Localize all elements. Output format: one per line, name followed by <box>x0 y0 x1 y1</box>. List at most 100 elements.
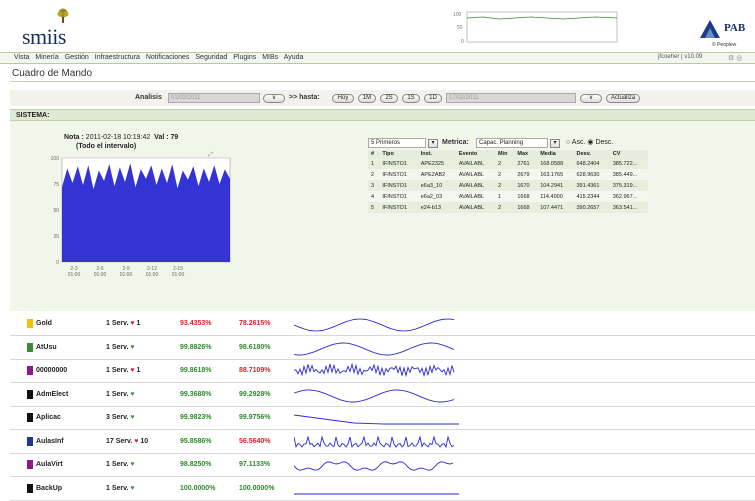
table-cell: e24-b13 <box>417 202 456 213</box>
group-color-swatch <box>27 460 33 469</box>
column-header: Tipo <box>379 150 418 158</box>
alert-count: 1 <box>136 367 141 374</box>
service-name[interactable]: Aplicac <box>36 414 61 421</box>
sparkline-path <box>294 389 455 402</box>
start-date-field[interactable]: 01/02/2011 <box>168 93 260 103</box>
user-info[interactable]: jfcoeher | v10.09 <box>658 54 702 60</box>
sparkline[interactable] <box>294 387 459 405</box>
menu-item-mineria[interactable]: Minería <box>35 54 58 61</box>
help-icon[interactable]: ◎ <box>736 55 742 62</box>
system-area-chart[interactable]: 100 75 50 25 0 2-301:002-601:002-901:002-120… <box>36 150 236 290</box>
partner-logo-text: PAB <box>724 22 746 34</box>
menu-item-mibs[interactable]: MIBs <box>262 54 278 61</box>
y-tick-label: 100 <box>51 156 60 162</box>
service-name[interactable]: Gold <box>36 320 52 327</box>
menu-item-ayuda[interactable]: Ayuda <box>284 54 304 61</box>
1m-button[interactable]: 1M <box>358 94 376 103</box>
column-header: Evento <box>455 150 495 158</box>
top-n-dropdown-button[interactable]: ▾ <box>428 139 438 148</box>
desc-radio[interactable]: ◉ <box>587 139 593 146</box>
note-line: Nota : 2011-02-18 10:19:42 Val : 79 <box>64 134 178 141</box>
service-name[interactable]: AtUsu <box>36 344 57 351</box>
menu-item-notificaciones[interactable]: Notificaciones <box>146 54 190 61</box>
metric-dropdown-button[interactable]: ▾ <box>550 139 560 148</box>
availability-percent: 95.8586% <box>180 437 212 445</box>
service-row-backup[interactable]: BackUp 1 Serv. ♥ 100.0000% 100.0000% <box>10 478 755 501</box>
asc-radio[interactable]: ○ <box>566 139 570 146</box>
sparkline[interactable] <box>294 481 459 499</box>
menu-item-infraestructura[interactable]: Infraestructura <box>95 54 140 61</box>
table-cell: 2 <box>494 180 515 191</box>
expand-icon[interactable]: ⤢ <box>208 151 213 158</box>
table-row[interactable]: 2 IFINSTO1 APE2AB2 AVAILABL 2 2679 163.1765 628… <box>368 169 648 180</box>
table-row[interactable]: 5 IFINSTO1 e24-b13 AVAILABL 2 1668 107.4471 390… <box>368 202 648 213</box>
service-count: 1 Serv. ♥ <box>106 344 135 351</box>
service-name[interactable]: AulasInf <box>36 438 64 445</box>
menu-item-plugins[interactable]: Plugins <box>233 54 256 61</box>
service-row-aulavirt[interactable]: AulaVirt 1 Serv. ♥ 98.8250% 97.1133% <box>10 455 755 477</box>
menu-item-vista[interactable]: Vista <box>14 54 29 61</box>
sparkline[interactable] <box>294 363 459 381</box>
service-row-admelect[interactable]: AdmElect 1 Serv. ♥ 99.3688% 99.2928% <box>10 384 755 407</box>
main-menu: Vista Minería Gestión Infraestructura No… <box>14 54 307 61</box>
end-date-field[interactable]: 17/02/2011 <box>446 93 576 103</box>
1s-button[interactable]: 1S <box>402 94 420 103</box>
desc-label: Desc. <box>595 139 614 146</box>
app-logo[interactable]: smiis <box>22 8 102 50</box>
alert-count: 1 <box>136 320 141 327</box>
sparkline[interactable] <box>294 434 459 452</box>
start-date-dropdown-button[interactable]: ∨ <box>263 94 285 103</box>
service-row-atusu[interactable]: AtUsu 1 Serv. ♥ 99.8826% 98.6180% <box>10 337 755 360</box>
service-name[interactable]: AulaVirt <box>36 461 63 468</box>
sparkline[interactable] <box>294 410 459 428</box>
service-count-label: 1 Serv. <box>106 343 129 351</box>
table-row[interactable]: 1 IFINSTO1 APE2325 AVAILABL 2 2761 168.0588 648… <box>368 158 648 169</box>
service-count-label: 1 Serv. <box>106 367 129 374</box>
availability-percent: 100.0000% <box>180 484 216 492</box>
sparkline[interactable] <box>294 316 459 334</box>
sparkline-path <box>294 318 455 332</box>
sparkline[interactable] <box>294 457 459 475</box>
service-row-aplicac[interactable]: Aplicac 3 Serv. ♥ 99.9823% 99.9756% <box>10 408 755 430</box>
table-cell: 2761 <box>514 158 538 169</box>
hoy-button[interactable]: Hoy <box>332 94 354 103</box>
table-cell: 5 <box>368 202 380 213</box>
settings-icon[interactable]: ⚙ <box>728 55 734 62</box>
table-cell: 362.967... <box>609 191 648 202</box>
service-name[interactable]: 00000000 <box>36 367 67 374</box>
table-row[interactable]: 4 IFINSTO1 e6a2_03 AVAILABL 1 1668 114.4000 415… <box>368 191 648 202</box>
group-color-swatch <box>27 366 33 375</box>
service-row-gold[interactable]: Gold 1 Serv. ♥ 1 93.4353% 78.2615% <box>10 314 755 336</box>
service-count: 1 Serv. ♥ 1 <box>106 367 140 374</box>
service-count: 1 Serv. ♥ 1 <box>106 320 140 327</box>
service-row-aulasinf[interactable]: AulasInf 17 Serv. ♥ 10 95.8586% 56.5640% <box>10 431 755 454</box>
note-val-label: Val : <box>154 134 169 141</box>
overview-minichart[interactable]: 100 50 0 <box>453 10 618 47</box>
menu-item-gestion[interactable]: Gestión <box>65 54 89 61</box>
table-cell: 104.2941 <box>537 180 574 191</box>
chart-y-axis: 100 75 50 25 0 <box>51 156 60 266</box>
service-count: 1 Serv. ♥ <box>106 461 135 468</box>
2s-button[interactable]: 2S <box>380 94 398 103</box>
end-date-dropdown-button[interactable]: ∨ <box>580 94 602 103</box>
note-subtitle: (Todo el intervalo) <box>76 143 137 150</box>
y-tick-label: 50 <box>53 208 59 214</box>
service-name[interactable]: AdmElect <box>36 391 68 398</box>
performance-percent: 78.2615% <box>239 320 271 327</box>
page: smiis 100 50 0 PAB © Peoplew Vista Miner… <box>0 0 755 501</box>
y-tick-label: 25 <box>53 234 59 240</box>
top-n-select[interactable]: 5 Primeros <box>368 138 426 148</box>
table-row[interactable]: 3 IFINSTO1 e6a3_10 AVAILABL 2 1670 104.2941 391… <box>368 180 648 191</box>
tree-icon <box>57 8 69 23</box>
analisis-label: Analisis <box>135 94 162 101</box>
metric-select[interactable]: Capac. Planning <box>476 138 548 148</box>
sparkline[interactable] <box>294 340 459 358</box>
section-header: SISTEMA: <box>10 109 755 121</box>
menu-item-seguridad[interactable]: Seguridad <box>195 54 227 61</box>
service-row-00000000[interactable]: 00000000 1 Serv. ♥ 1 99.8618% 88.7109% <box>10 361 755 383</box>
date-toolbar: Analisis 01/02/2011 ∨ >> hasta: Hoy 1M 2… <box>10 90 755 106</box>
actualiza-button[interactable]: Actualiza <box>606 94 640 103</box>
service-name[interactable]: BackUp <box>36 485 62 492</box>
performance-percent: 56.5640% <box>239 437 271 445</box>
1d-button[interactable]: 1D <box>424 94 442 103</box>
